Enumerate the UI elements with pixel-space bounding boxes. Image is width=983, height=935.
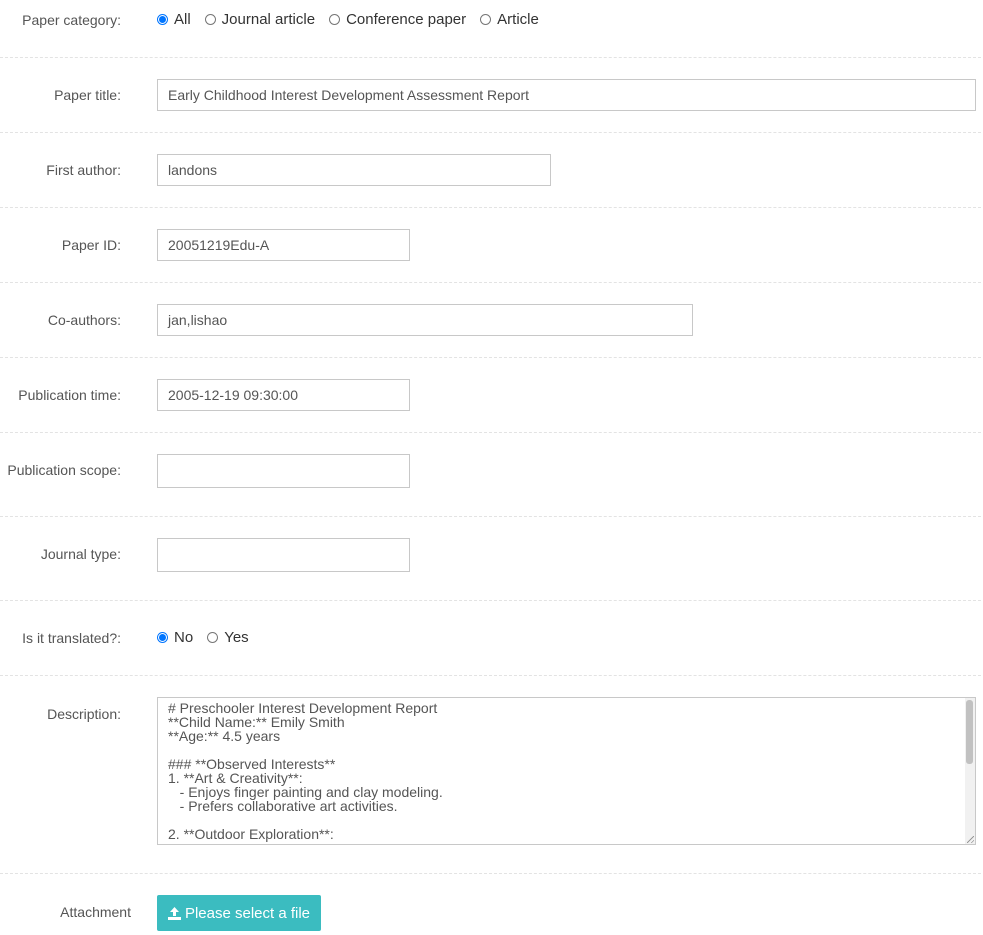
description-textarea[interactable]: # Preschooler Interest Development Repor… xyxy=(157,697,976,845)
paper-category-row: Paper category: All Journal article Conf… xyxy=(0,0,981,58)
radio-unchecked-icon[interactable] xyxy=(204,14,216,25)
publication-scope-input[interactable] xyxy=(157,454,410,488)
first-author-row: First author: landons xyxy=(0,133,981,208)
description-scrollbar[interactable] xyxy=(965,698,975,844)
first-author-input[interactable]: landons xyxy=(157,154,551,186)
translated-row: Is it translated?: No Yes xyxy=(0,601,981,676)
category-option-journal-article[interactable]: Journal article xyxy=(204,11,316,28)
journal-type-label: Journal type: xyxy=(40,546,121,562)
paper-id-row: Paper ID: 20051219Edu-A xyxy=(0,208,981,283)
paper-category-label: Paper category: xyxy=(22,12,121,28)
co-authors-row: Co-authors: jan,lishao xyxy=(0,283,981,358)
paper-title-label: Paper title: xyxy=(54,87,121,103)
radio-unchecked-icon[interactable] xyxy=(480,14,492,25)
select-file-label: Please select a file xyxy=(184,904,311,922)
upload-icon xyxy=(167,906,181,920)
publication-scope-label: Publication scope: xyxy=(7,462,121,478)
paper-category-radio-group: All Journal article Conference paper Art… xyxy=(157,11,553,28)
co-authors-input[interactable]: jan,lishao xyxy=(157,304,693,336)
category-option-label: All xyxy=(174,11,191,28)
resize-grip-icon[interactable] xyxy=(967,836,974,843)
translated-label: Is it translated?: xyxy=(22,630,121,646)
attachment-label: Attachment xyxy=(60,904,131,920)
description-label: Description: xyxy=(47,706,121,722)
translated-option-yes[interactable]: Yes xyxy=(207,629,249,646)
translated-radio-group: No Yes xyxy=(157,629,263,646)
radio-unchecked-icon[interactable] xyxy=(329,14,341,25)
paper-title-row: Paper title: Early Childhood Interest De… xyxy=(0,58,981,133)
journal-type-row: Journal type: xyxy=(0,517,981,601)
category-option-label: Conference paper xyxy=(346,11,467,28)
category-option-all[interactable]: All xyxy=(157,11,191,28)
publication-time-row: Publication time: 2005-12-19 09:30:00 xyxy=(0,358,981,433)
radio-checked-icon[interactable] xyxy=(157,632,168,643)
translated-option-label: No xyxy=(174,629,194,646)
publication-scope-row: Publication scope: xyxy=(0,433,981,517)
radio-checked-icon[interactable] xyxy=(157,14,168,25)
publication-time-input[interactable]: 2005-12-19 09:30:00 xyxy=(157,379,410,411)
category-option-article[interactable]: Article xyxy=(480,11,539,28)
publication-time-label: Publication time: xyxy=(18,387,121,403)
paper-id-input[interactable]: 20051219Edu-A xyxy=(157,229,410,261)
co-authors-label: Co-authors: xyxy=(47,312,121,328)
attachment-row: Attachment xyxy=(0,874,981,935)
radio-unchecked-icon[interactable] xyxy=(207,632,219,643)
scrollbar-thumb[interactable] xyxy=(966,700,973,764)
paper-id-label: Paper ID: xyxy=(61,237,121,253)
translated-option-no[interactable]: No xyxy=(157,629,193,646)
category-option-label: Article xyxy=(497,11,539,28)
first-author-label: First author: xyxy=(46,162,121,178)
translated-option-label: Yes xyxy=(224,629,249,646)
category-option-label: Journal article xyxy=(221,11,316,28)
category-option-conference-paper[interactable]: Conference paper xyxy=(329,11,466,28)
select-file-button[interactable]: Please select a file xyxy=(157,895,321,931)
description-text: # Preschooler Interest Development Repor… xyxy=(168,700,443,842)
journal-type-input[interactable] xyxy=(157,538,410,572)
paper-title-input[interactable]: Early Childhood Interest Development Ass… xyxy=(157,79,976,111)
